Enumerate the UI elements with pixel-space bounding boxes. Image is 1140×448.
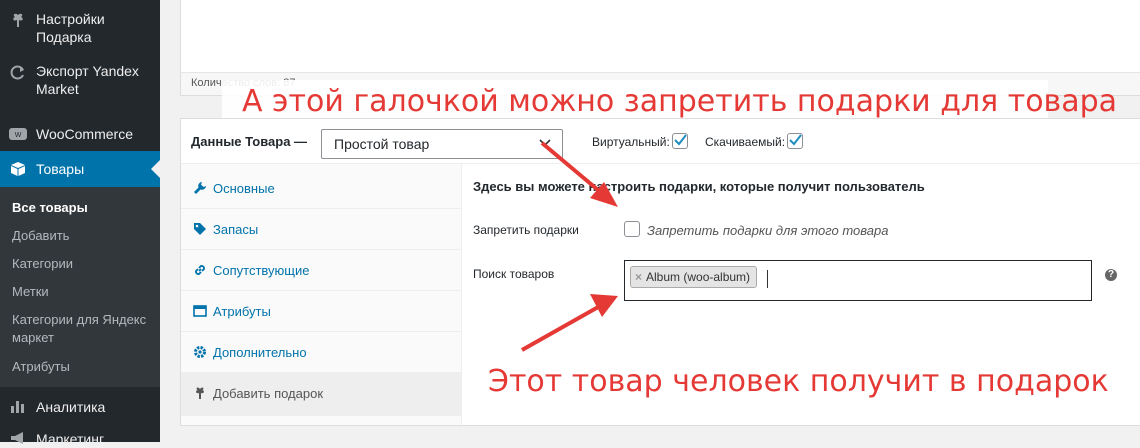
arrow-to-checkbox bbox=[540, 141, 606, 197]
annotation-arrows bbox=[521, 141, 618, 352]
arrow-head-chip bbox=[590, 294, 618, 317]
arrow-to-chip bbox=[521, 304, 601, 352]
